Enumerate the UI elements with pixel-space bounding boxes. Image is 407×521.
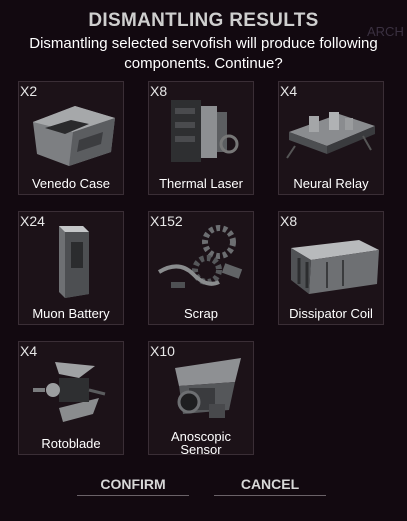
component-tile-rotoblade: X4 Rotoblade xyxy=(18,341,124,455)
component-tile-anoscopic-sensor: X10 Anoscopic Sensor xyxy=(148,341,254,457)
component-name: Thermal Laser xyxy=(159,176,243,191)
thermal-laser-icon xyxy=(171,100,239,162)
component-name: Venedo Case xyxy=(31,176,111,191)
venedo-case-icon xyxy=(33,106,115,166)
dissipator-coil-icon xyxy=(291,240,379,294)
component-tile-muon-battery: X24 Muon Battery xyxy=(18,211,124,325)
component-name: Anoscopic Sensor xyxy=(171,429,231,457)
component-tile-neural-relay: X4 Neural Relay xyxy=(278,81,384,195)
muon-battery-icon xyxy=(59,226,89,298)
dialog-title: DISMANTLING RESULTS xyxy=(88,10,319,31)
component-name: Scrap xyxy=(184,306,218,321)
cancel-button[interactable]: CANCEL xyxy=(214,476,326,496)
scrap-icon xyxy=(157,225,243,288)
rotoblade-icon xyxy=(33,362,106,422)
component-name: Muon Battery xyxy=(32,306,110,321)
component-name: Rotoblade xyxy=(41,436,101,451)
confirm-button[interactable]: CONFIRM xyxy=(77,476,189,496)
component-tile-scrap: X152 Scrap xyxy=(148,211,254,325)
component-tile-dissipator-coil: X8 Dissipator Coil xyxy=(278,211,384,325)
anoscopic-sensor-icon xyxy=(175,358,241,418)
component-tile-thermal-laser: X8 Thermal Laser xyxy=(148,81,254,195)
component-name: Dissipator Coil xyxy=(289,306,373,321)
component-tile-venedo-case: X2 Venedo Case xyxy=(18,81,124,195)
components-grid: X2 Venedo Case X8 Thermal Laser X4 Neura… xyxy=(18,81,384,457)
component-name: Neural Relay xyxy=(293,176,369,191)
neural-relay-icon xyxy=(286,112,375,159)
dialog-message: Dismantling selected servofish will prod… xyxy=(29,35,378,72)
empty-slot xyxy=(278,341,384,455)
